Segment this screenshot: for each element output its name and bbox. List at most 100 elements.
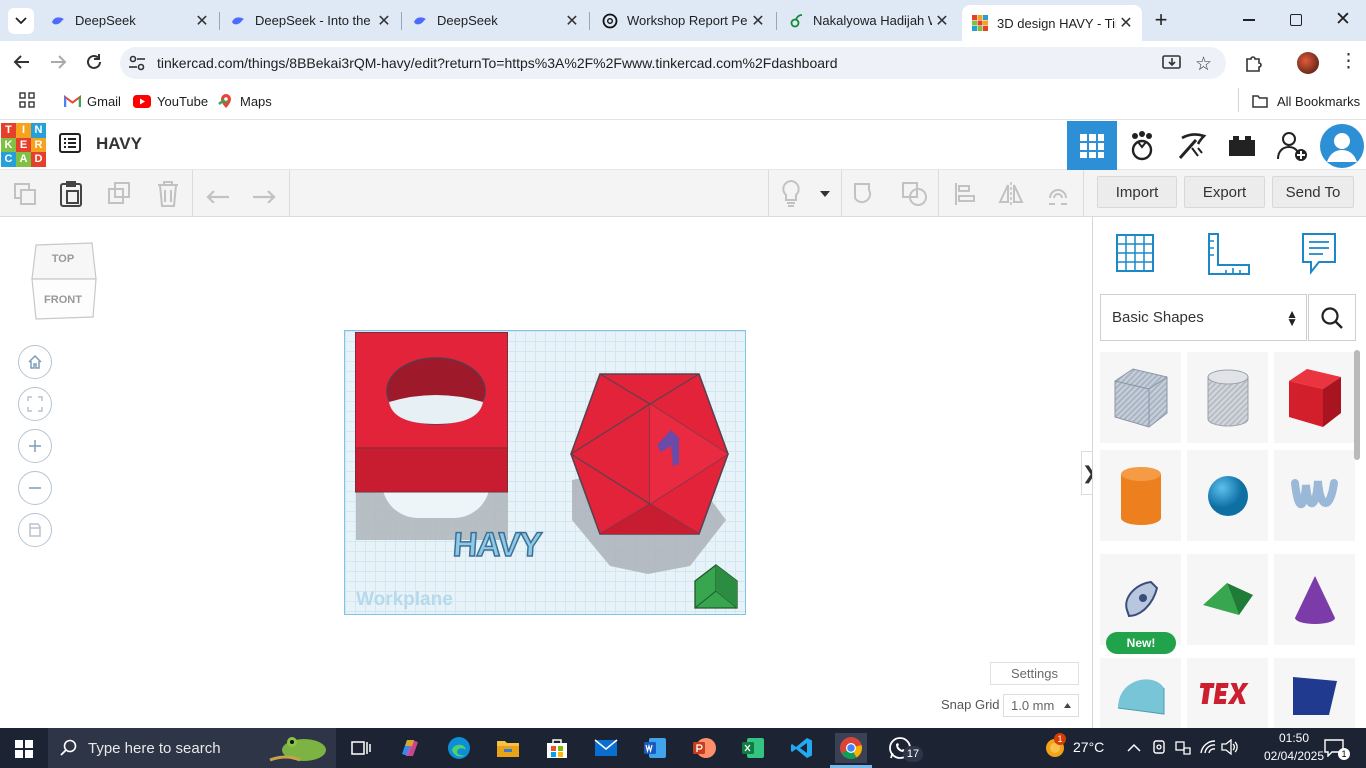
bookmark-youtube[interactable]: YouTube xyxy=(133,92,208,110)
all-bookmarks-button[interactable]: All Bookmarks xyxy=(1252,92,1360,110)
havy-text-object[interactable]: HAVY xyxy=(451,525,543,565)
word-icon[interactable] xyxy=(640,733,670,763)
simulation-icon[interactable] xyxy=(1117,121,1167,170)
fit-view-button[interactable] xyxy=(18,387,52,421)
browser-tab[interactable]: DeepSeek ✕ xyxy=(402,0,588,41)
powerpoint-icon[interactable] xyxy=(689,733,719,763)
wifi-icon[interactable] xyxy=(1199,739,1217,760)
profile-avatar[interactable] xyxy=(1297,52,1319,74)
tab-close-icon[interactable]: ✕ xyxy=(374,11,394,31)
shape-wedge[interactable] xyxy=(1274,658,1355,728)
shape-box-hole[interactable] xyxy=(1100,352,1181,443)
edge-icon[interactable] xyxy=(444,733,474,763)
reload-icon[interactable] xyxy=(84,52,104,77)
browser-tab-active[interactable]: 3D design HAVY - Tinkercad ✕ xyxy=(962,5,1142,41)
workplane-grid-icon[interactable] xyxy=(1113,231,1157,280)
tray-device-icon[interactable] xyxy=(1151,739,1167,760)
panel-scrollbar[interactable] xyxy=(1354,350,1360,460)
paste-icon[interactable] xyxy=(56,178,86,209)
view-cube-top-label[interactable]: TOP xyxy=(46,253,80,265)
shape-half-cylinder[interactable] xyxy=(1100,658,1181,728)
mirror-icon[interactable] xyxy=(996,178,1026,209)
bookmark-maps[interactable]: Maps xyxy=(218,92,272,110)
bricks-icon[interactable] xyxy=(1217,121,1267,170)
tinkercad-logo[interactable]: T I N K E R C A D xyxy=(1,123,46,167)
shape-cylinder[interactable] xyxy=(1100,450,1181,541)
red-box-with-hole[interactable] xyxy=(355,332,508,493)
weather-temperature[interactable]: 27°C xyxy=(1073,739,1104,755)
file-explorer-icon[interactable] xyxy=(493,733,523,763)
volume-icon[interactable] xyxy=(1221,738,1239,760)
restore-icon[interactable] xyxy=(1290,14,1302,26)
delete-icon[interactable] xyxy=(153,178,183,209)
profile-avatar[interactable] xyxy=(1317,121,1366,170)
align-icon[interactable] xyxy=(950,178,980,209)
windows-start-icon[interactable] xyxy=(15,740,33,763)
task-view-icon[interactable] xyxy=(346,733,376,763)
shape-cone[interactable] xyxy=(1274,554,1355,645)
mail-icon[interactable] xyxy=(591,733,621,763)
notes-icon[interactable] xyxy=(1300,231,1338,280)
browser-menu-icon[interactable]: ⋮ xyxy=(1339,52,1358,72)
zoom-in-button[interactable] xyxy=(18,429,52,463)
copilot-icon[interactable] xyxy=(395,733,425,763)
bookmark-gmail[interactable]: Gmail xyxy=(64,92,121,110)
show-hidden-icons[interactable] xyxy=(1127,740,1141,758)
settings-button[interactable]: Settings xyxy=(990,662,1079,685)
design-list-icon[interactable] xyxy=(59,133,81,158)
browser-tab[interactable]: Workshop Report Performance ✕ xyxy=(592,0,774,41)
snap-grid-select[interactable]: 1.0 mm xyxy=(1003,694,1079,717)
undo-icon[interactable] xyxy=(203,178,233,209)
browser-tab[interactable]: DeepSeek - Into the Unknown ✕ xyxy=(220,0,400,41)
cruise-magnet-icon[interactable] xyxy=(1043,178,1073,209)
microsoft-store-icon[interactable] xyxy=(542,733,572,763)
tab-close-icon[interactable]: ✕ xyxy=(1116,13,1136,33)
url-text[interactable]: tinkercad.com/things/8BBekai3rQM-havy/ed… xyxy=(157,55,837,71)
red-hexagon-shape[interactable] xyxy=(569,372,730,536)
browser-tab[interactable]: Nakalyowa Hadijah Work ✕ xyxy=(778,0,958,41)
tab-close-icon[interactable]: ✕ xyxy=(562,11,582,31)
view-cube-front-label[interactable]: FRONT xyxy=(38,294,88,306)
tab-close-icon[interactable]: ✕ xyxy=(192,11,212,31)
green-roof-shape[interactable] xyxy=(694,563,738,609)
network-icon[interactable] xyxy=(1174,739,1192,760)
shape-text[interactable] xyxy=(1187,658,1268,728)
send-to-button[interactable]: Send To xyxy=(1272,176,1354,208)
ungroup-icon[interactable] xyxy=(900,178,930,209)
redo-icon[interactable] xyxy=(249,178,279,209)
copy-icon[interactable] xyxy=(10,178,40,209)
minimize-icon[interactable] xyxy=(1243,19,1255,21)
shape-roof[interactable] xyxy=(1187,554,1268,645)
clock-time[interactable]: 01:50 xyxy=(1264,731,1324,745)
browser-tab[interactable]: DeepSeek ✕ xyxy=(40,0,218,41)
export-button[interactable]: Export xyxy=(1184,176,1265,208)
notes-lightbulb-icon[interactable] xyxy=(776,178,806,209)
close-window-icon[interactable]: ✕ xyxy=(1335,8,1351,31)
install-app-icon[interactable] xyxy=(1162,54,1182,77)
clock-date[interactable]: 02/04/2025 xyxy=(1254,749,1334,763)
shape-search-button[interactable] xyxy=(1308,294,1356,341)
import-button[interactable]: Import xyxy=(1097,176,1177,208)
chrome-icon[interactable] xyxy=(835,733,867,763)
tab-close-icon[interactable]: ✕ xyxy=(748,11,768,31)
shape-category-select[interactable]: Basic Shapes ▲ ▼ xyxy=(1100,294,1307,341)
taskbar-search-box[interactable]: Type here to search xyxy=(48,728,336,768)
new-tab-button[interactable]: + xyxy=(1150,6,1172,34)
blocks-pickaxe-icon[interactable] xyxy=(1167,121,1217,170)
apps-grid-icon[interactable] xyxy=(19,92,35,113)
zoom-out-button[interactable] xyxy=(18,471,52,505)
invite-user-icon[interactable] xyxy=(1267,121,1317,170)
vscode-icon[interactable] xyxy=(787,733,817,763)
duplicate-icon[interactable] xyxy=(105,178,135,209)
shape-scribble[interactable] xyxy=(1274,450,1355,541)
design-title[interactable]: HAVY xyxy=(96,134,142,154)
notes-dropdown-icon[interactable] xyxy=(815,178,835,209)
forward-arrow-icon[interactable] xyxy=(48,52,68,77)
back-arrow-icon[interactable] xyxy=(12,52,32,77)
home-view-button[interactable] xyxy=(18,345,52,379)
3d-design-grid-icon[interactable] xyxy=(1067,121,1117,170)
group-icon[interactable] xyxy=(851,178,881,209)
site-settings-icon[interactable] xyxy=(128,54,146,77)
ruler-icon[interactable] xyxy=(1206,231,1252,282)
extensions-icon[interactable] xyxy=(1244,53,1264,78)
